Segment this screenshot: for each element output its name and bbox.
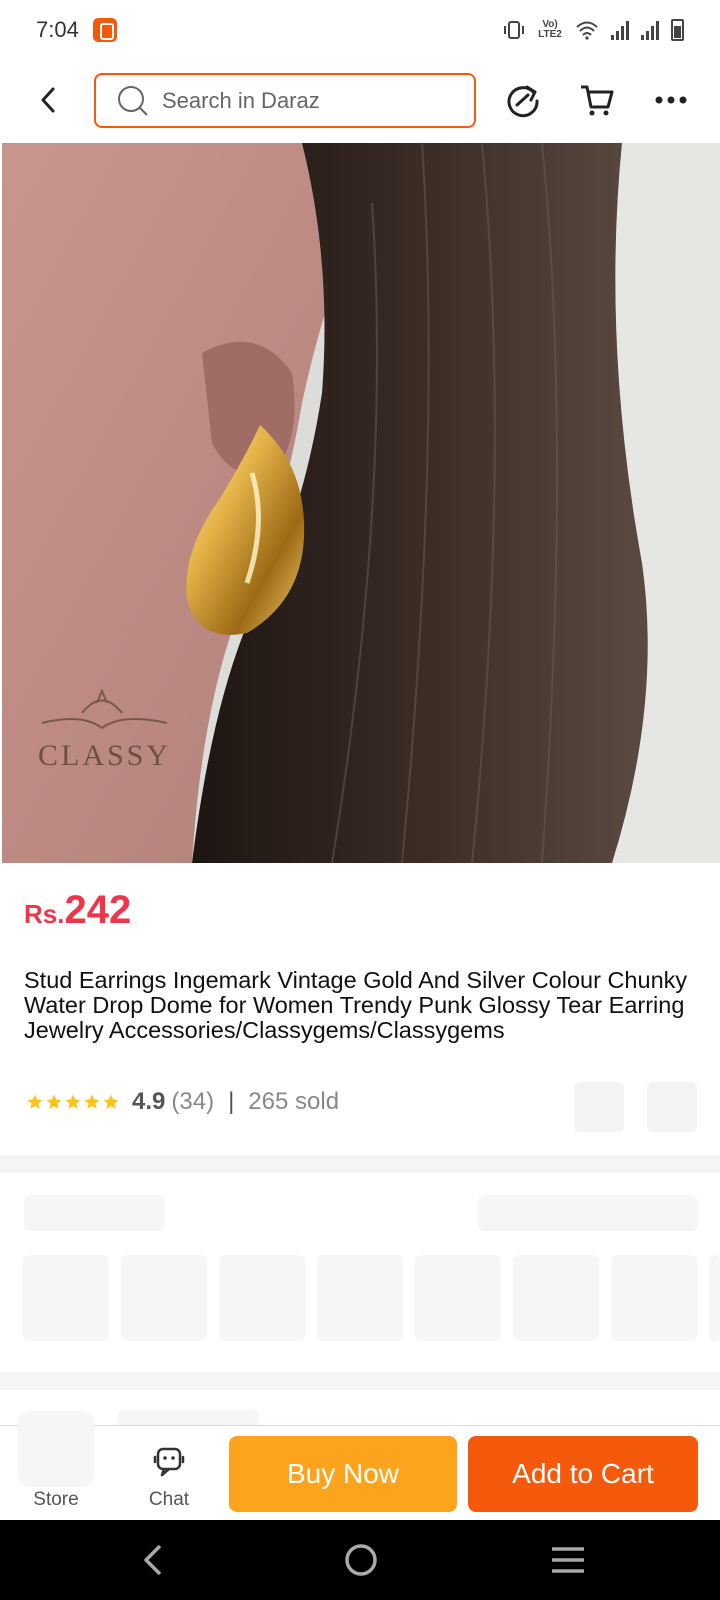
nav-back-icon xyxy=(144,1544,162,1576)
product-price: Rs.242 xyxy=(24,888,131,933)
watermark-text: CLASSY xyxy=(38,739,171,772)
buy-now-button[interactable]: Buy Now xyxy=(229,1436,457,1512)
skeleton-option[interactable] xyxy=(709,1255,720,1341)
rating-stars xyxy=(26,1093,120,1111)
chat-icon xyxy=(153,1447,185,1477)
header xyxy=(0,60,720,140)
daraz-app-icon xyxy=(92,18,117,42)
wifi-icon xyxy=(576,21,598,40)
more-button[interactable] xyxy=(651,80,691,120)
bottom-action-bar: Store Chat Buy Now Add to Cart xyxy=(0,1411,720,1521)
product-photo: CLASSY xyxy=(2,143,720,863)
vibrate-icon xyxy=(504,21,524,39)
nav-menu-button[interactable] xyxy=(543,1538,593,1582)
skeleton-option[interactable] xyxy=(415,1255,501,1341)
skeleton-option[interactable] xyxy=(121,1255,207,1341)
rating-separator: | xyxy=(228,1088,235,1115)
star-icon xyxy=(65,1094,81,1109)
review-count: (34) xyxy=(171,1088,215,1115)
system-nav-bar xyxy=(0,1520,720,1600)
product-image[interactable]: CLASSY xyxy=(2,143,720,863)
skeleton-option[interactable] xyxy=(317,1255,403,1341)
sold-count: 265 sold xyxy=(248,1088,340,1115)
chat-button[interactable]: Chat xyxy=(124,1426,214,1521)
more-icon xyxy=(655,96,687,104)
share-icon xyxy=(507,85,539,118)
price-amount: 242 xyxy=(64,888,132,932)
section-divider xyxy=(0,1372,720,1390)
signal-icon xyxy=(611,20,629,40)
skeleton-label xyxy=(478,1195,698,1231)
rating-row[interactable]: 4.9 (34) | 265 sold xyxy=(26,1088,339,1116)
store-label: Store xyxy=(33,1489,79,1510)
star-icon xyxy=(46,1094,62,1109)
section-divider xyxy=(0,1155,720,1173)
product-title: Stud Earrings Ingemark Vintage Gold And … xyxy=(24,968,688,1043)
search-icon xyxy=(118,85,148,116)
nav-menu-icon xyxy=(552,1547,584,1573)
battery-icon xyxy=(671,19,684,41)
star-icon xyxy=(27,1094,43,1109)
nav-home-icon xyxy=(345,1544,377,1576)
skeleton-option[interactable] xyxy=(611,1255,697,1341)
status-bar: 7:04 Vo) LTE2 xyxy=(0,0,720,60)
search-input[interactable] xyxy=(162,87,442,114)
skeleton-option[interactable] xyxy=(219,1255,305,1341)
store-icon xyxy=(18,1411,94,1487)
back-button[interactable] xyxy=(30,82,66,118)
status-icons: Vo) LTE2 xyxy=(503,19,684,41)
star-icon xyxy=(103,1094,119,1109)
nav-home-button[interactable] xyxy=(336,1538,386,1582)
skeleton-label xyxy=(24,1195,165,1231)
status-time: 7:04 xyxy=(36,17,79,42)
nav-back-button[interactable] xyxy=(128,1538,178,1582)
volte-icon: Vo) LTE2 xyxy=(538,19,562,40)
star-icon xyxy=(84,1094,100,1109)
skeleton-option[interactable] xyxy=(513,1255,599,1341)
price-currency: Rs. xyxy=(24,899,65,929)
share-button-placeholder[interactable] xyxy=(647,1082,697,1132)
add-to-cart-button[interactable]: Add to Cart xyxy=(468,1436,698,1512)
rating-value: 4.9 xyxy=(132,1088,166,1115)
search-box[interactable] xyxy=(94,73,476,128)
skeleton-option[interactable] xyxy=(23,1255,109,1341)
back-arrow-icon xyxy=(41,87,55,113)
wishlist-button-placeholder[interactable] xyxy=(574,1082,624,1132)
store-button[interactable]: Store xyxy=(11,1411,101,1521)
signal-icon xyxy=(641,20,659,40)
cart-icon xyxy=(581,85,614,116)
share-button[interactable] xyxy=(503,80,543,120)
chat-label: Chat xyxy=(148,1489,190,1510)
cart-button[interactable] xyxy=(577,80,617,120)
